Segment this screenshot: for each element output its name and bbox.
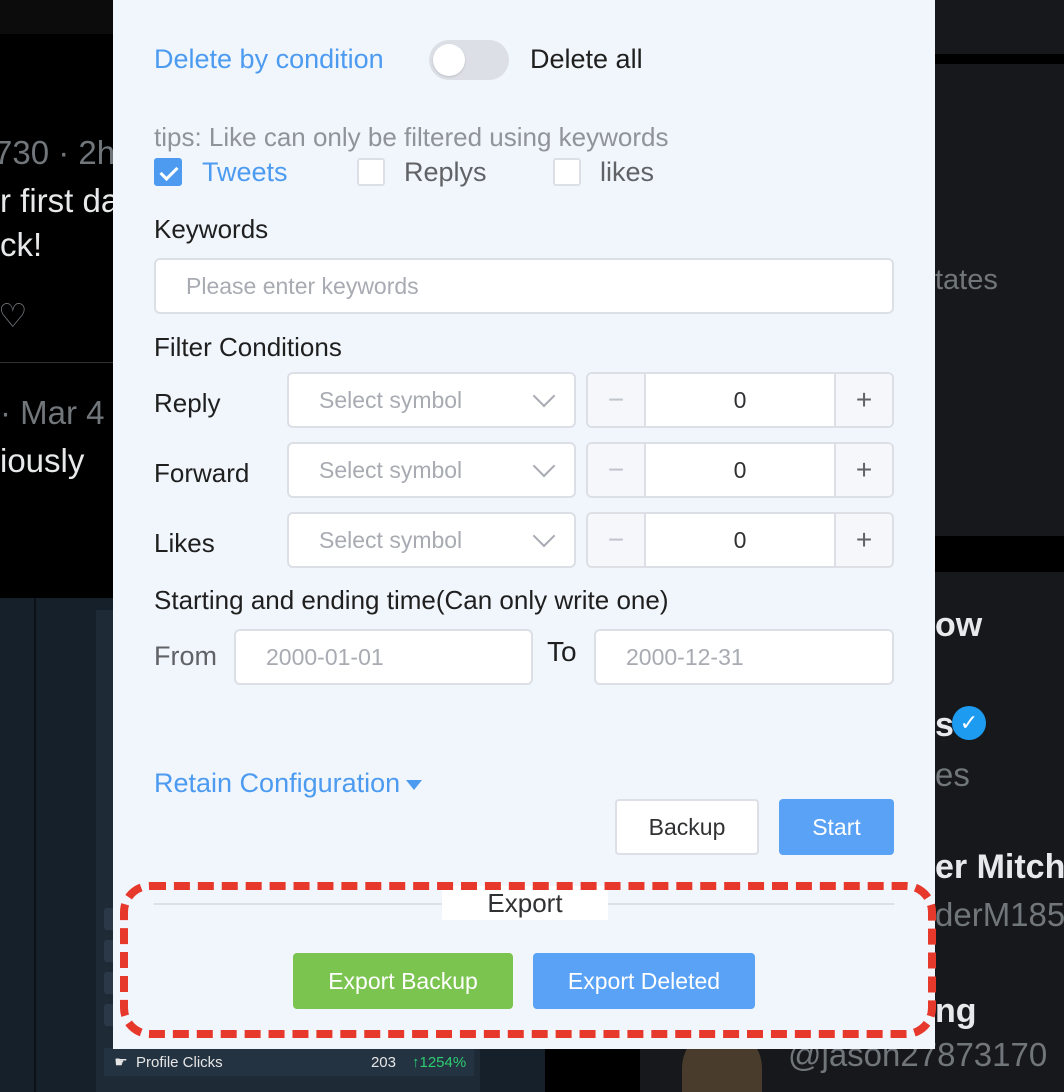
filter-conditions-label: Filter Conditions: [154, 332, 342, 362]
reply-condition-label: Reply: [154, 388, 221, 418]
verified-badge-icon: ✓: [952, 706, 986, 740]
likes-symbol-placeholder: Select symbol: [319, 526, 463, 553]
likes-condition-label: Likes: [154, 528, 215, 558]
background-user-name: ng: [935, 992, 977, 1030]
background-user-name: er Mitche: [935, 848, 1064, 886]
chevron-down-icon: [532, 524, 556, 548]
delete-by-condition-label[interactable]: Delete by condition: [154, 44, 384, 75]
heart-icon: ♡: [0, 297, 28, 334]
background-feed: 730 · 2h r first da ck! ♡ · Mar 4 iously: [0, 0, 113, 598]
background-user-handle: derM1851: [935, 896, 1064, 933]
forward-symbol-select[interactable]: Select symbol: [287, 442, 576, 498]
background-heading: ow: [935, 606, 983, 644]
forward-count-value[interactable]: 0: [648, 444, 832, 496]
delete-all-label[interactable]: Delete all: [530, 44, 643, 75]
to-label: To: [547, 636, 577, 667]
to-date-input[interactable]: 2000-12-31: [594, 629, 894, 685]
from-label: From: [154, 641, 217, 671]
increment-button[interactable]: +: [834, 514, 892, 566]
decrement-button[interactable]: −: [588, 514, 646, 566]
forward-symbol-placeholder: Select symbol: [319, 456, 463, 483]
background-topbar: [0, 0, 113, 34]
reply-count-value[interactable]: 0: [648, 374, 832, 426]
likes-symbol-select[interactable]: Select symbol: [287, 512, 576, 568]
retain-configuration-link[interactable]: Retain Configuration: [154, 768, 423, 799]
from-date-input[interactable]: 2000-01-01: [234, 629, 533, 685]
tweets-checkbox-label[interactable]: Tweets: [202, 157, 288, 188]
profile-clicks-growth: ↑1254%: [412, 1053, 467, 1071]
tweets-checkbox[interactable]: [154, 158, 182, 186]
background-location-text: tates: [935, 264, 998, 296]
chevron-down-icon: [532, 384, 556, 408]
keywords-input[interactable]: Please enter keywords: [154, 258, 894, 314]
likes-count-stepper[interactable]: − 0 +: [586, 512, 894, 568]
retain-configuration-label: Retain Configuration: [154, 768, 401, 798]
pointing-hand-icon: ☛: [114, 1054, 128, 1071]
background-right-top: [935, 0, 1064, 54]
start-button[interactable]: Start: [779, 799, 894, 855]
profile-clicks-value: 203: [370, 1053, 396, 1071]
forward-condition-label: Forward: [154, 458, 250, 488]
background-user-name: s: [935, 706, 954, 744]
backup-button[interactable]: Backup: [615, 799, 759, 855]
increment-button[interactable]: +: [834, 444, 892, 496]
replys-checkbox-label[interactable]: Replys: [404, 157, 487, 188]
replys-checkbox[interactable]: [357, 158, 385, 186]
background-right-panel: tates: [935, 64, 1064, 536]
background-tweet-text: ck!: [0, 226, 43, 263]
caret-down-icon: [406, 779, 423, 790]
forward-count-stepper[interactable]: − 0 +: [586, 442, 894, 498]
delete-mode-toggle[interactable]: [429, 40, 509, 80]
background-tweet-meta: · Mar 4: [0, 394, 105, 431]
likes-count-value[interactable]: 0: [648, 514, 832, 566]
reply-count-stepper[interactable]: − 0 +: [586, 372, 894, 428]
background-tweet-text: iously: [0, 442, 85, 479]
reply-symbol-select[interactable]: Select symbol: [287, 372, 576, 428]
decrement-button[interactable]: −: [588, 444, 646, 496]
tips-text: tips: Like can only be filtered using ke…: [154, 122, 669, 152]
toggle-knob: [433, 44, 465, 76]
background-divider: [0, 362, 113, 363]
likes-checkbox-label[interactable]: likes: [600, 157, 654, 188]
profile-clicks-row: ☛ Profile Clicks 203 ↑1254%: [104, 1048, 474, 1076]
decrement-button[interactable]: −: [588, 374, 646, 426]
keywords-label: Keywords: [154, 214, 269, 244]
reply-symbol-placeholder: Select symbol: [319, 386, 463, 413]
background-tweet-text: r first da: [0, 182, 113, 219]
background-tweet-meta: 730 · 2h: [0, 134, 113, 171]
chevron-down-icon: [532, 454, 556, 478]
increment-button[interactable]: +: [834, 374, 892, 426]
time-range-label: Starting and ending time(Can only write …: [154, 585, 669, 615]
profile-clicks-label: Profile Clicks: [136, 1053, 223, 1071]
likes-checkbox[interactable]: [553, 158, 581, 186]
export-highlight-box: [120, 882, 936, 1038]
background-user-handle: es: [935, 756, 970, 793]
